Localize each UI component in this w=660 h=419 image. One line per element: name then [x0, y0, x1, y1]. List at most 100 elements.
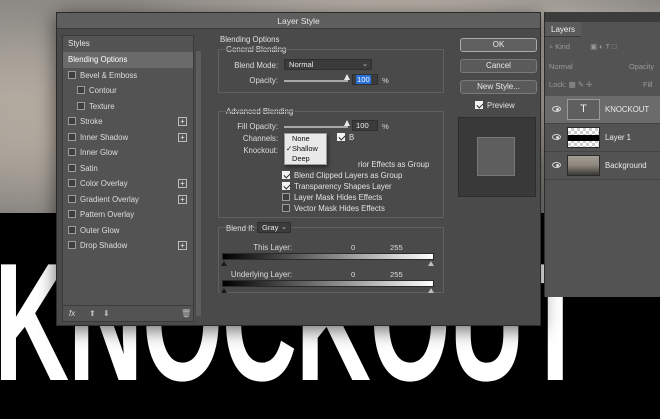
- add-effect-icon[interactable]: +: [178, 194, 187, 204]
- filter-icons[interactable]: ▣ ◐ T □: [590, 42, 616, 51]
- blend-clipped-layers-checkbox[interactable]: Blend Clipped Layers as Group: [282, 171, 402, 180]
- styles-header[interactable]: Styles: [63, 36, 193, 52]
- eye-icon[interactable]: [552, 106, 561, 112]
- style-item-inner-shadow[interactable]: Inner Shadow +: [63, 130, 193, 146]
- underlying-layer-black-slider[interactable]: [221, 288, 227, 293]
- checkbox[interactable]: [68, 163, 76, 172]
- opacity-value: 100: [356, 75, 371, 84]
- blending-options-panel: Blending Options General Blending Blend …: [212, 33, 452, 323]
- channels-label: Channels:: [242, 134, 278, 143]
- style-item-inner-glow[interactable]: Inner Glow: [63, 145, 193, 161]
- style-item-color-overlay[interactable]: Color Overlay +: [63, 176, 193, 192]
- layers-blend-row: Normal Opacity: [549, 62, 659, 74]
- blend-if-label: Blend If:: [226, 224, 255, 233]
- text-layer-thumbnail: T: [567, 99, 600, 120]
- checkbox[interactable]: [282, 204, 290, 212]
- eye-icon[interactable]: [552, 162, 561, 168]
- style-item-pattern-overlay[interactable]: Pattern Overlay: [63, 207, 193, 223]
- checkbox[interactable]: [77, 101, 85, 110]
- opacity-slider-thumb[interactable]: [344, 74, 350, 80]
- search-icon[interactable]: ⌕: [549, 42, 553, 51]
- new-style-button[interactable]: New Style...: [460, 80, 537, 94]
- fill-opacity-slider-thumb[interactable]: [344, 120, 350, 126]
- checkbox[interactable]: [68, 132, 76, 141]
- layer-row-layer-1[interactable]: Layer 1: [545, 124, 660, 152]
- eye-icon[interactable]: [552, 134, 561, 140]
- checkbox[interactable]: [475, 101, 483, 109]
- option-label: None: [292, 134, 310, 143]
- checkbox[interactable]: [68, 210, 76, 218]
- style-item-texture[interactable]: Texture: [63, 99, 193, 115]
- checkbox[interactable]: [77, 86, 85, 94]
- ok-button[interactable]: OK: [460, 38, 537, 52]
- add-effect-icon[interactable]: +: [178, 179, 187, 188]
- this-layer-white-slider[interactable]: [428, 261, 434, 266]
- opacity-percent: %: [382, 76, 389, 85]
- style-item-blending-options[interactable]: Blending Options: [63, 52, 193, 68]
- styles-scrollbar[interactable]: [196, 51, 201, 316]
- checkbox[interactable]: [68, 241, 76, 249]
- move-down-icon[interactable]: ⬇: [103, 309, 110, 318]
- style-item-label: Color Overlay: [80, 179, 128, 188]
- style-item-label: Satin: [80, 163, 98, 173]
- move-up-icon[interactable]: ⬆: [89, 309, 96, 318]
- style-item-label: Outer Glow: [80, 225, 120, 235]
- style-item-label: Bevel & Emboss: [80, 70, 138, 80]
- opacity-slider[interactable]: [284, 80, 348, 82]
- fill-opacity-slider[interactable]: [284, 126, 348, 128]
- knockout-option-shallow[interactable]: ✓ Shallow: [285, 144, 326, 154]
- layers-blend-mode[interactable]: Normal: [549, 62, 573, 71]
- style-item-bevel-emboss[interactable]: Bevel & Emboss: [63, 68, 193, 84]
- style-item-outer-glow[interactable]: Outer Glow: [63, 223, 193, 239]
- knockout-option-none[interactable]: None: [285, 134, 326, 144]
- blend-mode-select[interactable]: Normal ⌄: [284, 59, 372, 70]
- add-effect-icon[interactable]: +: [178, 241, 187, 250]
- chevron-down-icon: ⌄: [362, 61, 368, 68]
- checkbox[interactable]: [68, 148, 76, 156]
- tab-layers[interactable]: Layers: [545, 22, 581, 37]
- cancel-button[interactable]: Cancel: [460, 59, 537, 73]
- underlying-layer-white-slider[interactable]: [428, 288, 434, 293]
- vector-mask-hides-checkbox[interactable]: Vector Mask Hides Effects: [282, 204, 385, 213]
- dialog-title: Layer Style: [57, 13, 540, 29]
- checkbox[interactable]: [68, 70, 76, 79]
- vector-mask-hides-label: Vector Mask Hides Effects: [294, 204, 385, 213]
- checkbox[interactable]: [68, 179, 76, 187]
- blend-if-select[interactable]: Gray ⌄: [257, 222, 291, 233]
- layer-row-knockout[interactable]: T KNOCKOUT: [545, 96, 660, 124]
- layer-mask-hides-checkbox[interactable]: Layer Mask Hides Effects: [282, 193, 382, 202]
- layer-row-background[interactable]: Background: [545, 152, 660, 180]
- checkbox[interactable]: [68, 225, 76, 234]
- transparency-shapes-checkbox[interactable]: Transparency Shapes Layer: [282, 182, 392, 191]
- checkbox[interactable]: [282, 171, 290, 179]
- fx-icon[interactable]: fx: [69, 309, 75, 318]
- style-item-satin[interactable]: Satin: [63, 161, 193, 177]
- style-item-gradient-overlay[interactable]: Gradient Overlay +: [63, 192, 193, 208]
- checkbox[interactable]: [282, 182, 290, 190]
- opacity-input[interactable]: 100: [352, 74, 378, 85]
- layer-name: Background: [605, 161, 647, 170]
- channel-b-checkbox[interactable]: B: [337, 133, 354, 142]
- this-layer-gradient[interactable]: [222, 253, 434, 260]
- style-item-stroke[interactable]: Stroke +: [63, 114, 193, 130]
- checkbox[interactable]: [337, 133, 345, 141]
- this-layer-black-slider[interactable]: [221, 261, 227, 266]
- checkbox[interactable]: [68, 117, 76, 125]
- checkbox[interactable]: [68, 194, 76, 203]
- blend-interior-effects-checkbox[interactable]: rior Effects as Group: [358, 160, 429, 169]
- filter-kind[interactable]: Kind: [555, 42, 570, 51]
- layer-style-dialog: Layer Style Styles Blending Options Bevel…: [56, 12, 541, 326]
- style-item-contour[interactable]: Contour: [63, 83, 193, 99]
- this-layer-label: This Layer:: [253, 243, 292, 252]
- knockout-option-deep[interactable]: Deep: [285, 154, 326, 164]
- trash-icon[interactable]: 🗑: [181, 309, 191, 318]
- style-item-drop-shadow[interactable]: Drop Shadow +: [63, 238, 193, 254]
- knockout-dropdown-menu[interactable]: None ✓ Shallow Deep: [284, 133, 327, 165]
- lock-icons[interactable]: ▦ ✎ ✛: [569, 80, 592, 89]
- checkbox[interactable]: [282, 193, 290, 201]
- preview-checkbox[interactable]: Preview: [475, 101, 515, 110]
- add-effect-icon[interactable]: +: [178, 132, 187, 142]
- fill-opacity-input[interactable]: 100: [352, 120, 378, 131]
- underlying-layer-gradient[interactable]: [222, 280, 434, 287]
- add-effect-icon[interactable]: +: [178, 117, 187, 126]
